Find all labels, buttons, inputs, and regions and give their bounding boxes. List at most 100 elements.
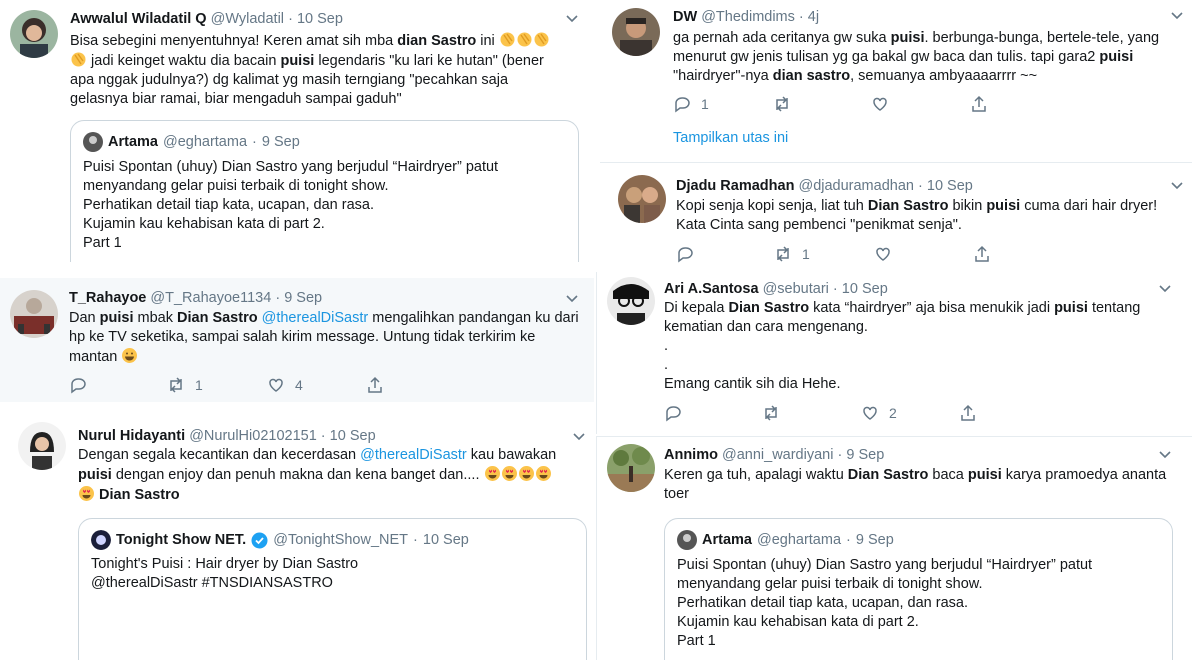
avatar[interactable] <box>612 8 660 56</box>
like-button[interactable]: 4 <box>267 376 303 394</box>
retweet-button[interactable] <box>762 404 780 422</box>
like-button[interactable] <box>871 95 889 113</box>
like-icon <box>863 406 877 420</box>
tweet-date[interactable]: 10 Sep <box>842 281 888 297</box>
author-handle[interactable]: @T_Rahayoe1134 <box>150 290 271 306</box>
separator-dot: · <box>413 532 418 548</box>
retweet-button[interactable] <box>773 95 791 113</box>
tweet-annimo[interactable]: Annimo @anni_wardiyani · 9 Sep Keren ga … <box>596 436 1192 660</box>
tweet-nurul[interactable]: Nurul Hidayanti @NurulHi02102151 · 10 Se… <box>0 408 594 660</box>
reply-button[interactable] <box>664 404 682 422</box>
chevron-down-icon[interactable] <box>1158 447 1172 461</box>
like-count: 2 <box>889 405 897 421</box>
quoted-tweet[interactable]: Tonight Show NET. @TonightShow_NET · 10 … <box>78 518 587 660</box>
share-button[interactable] <box>973 245 991 263</box>
quote-date: 9 Sep <box>261 134 300 150</box>
avatar[interactable] <box>607 444 655 492</box>
tweet-text: Kopi senja kopi senja, liat tuh Dian Sas… <box>676 198 1158 233</box>
author-name[interactable]: Ari A.Santosa <box>664 281 759 297</box>
like-button[interactable]: 2 <box>861 404 897 422</box>
author-handle[interactable]: @sebutari <box>763 281 829 297</box>
mention-link[interactable]: @therealDiSastr <box>360 447 467 463</box>
author-handle[interactable]: @Wyladatil <box>211 11 284 27</box>
tweet-text: ga pernah ada ceritanya gw suka puisi. b… <box>673 30 1160 84</box>
author-handle[interactable]: @Thedimdims <box>701 9 795 25</box>
quote-author-name: Tonight Show NET. <box>116 532 247 548</box>
quote-avatar <box>91 530 111 550</box>
separator-dot: · <box>252 134 257 150</box>
like-icon <box>873 97 887 111</box>
separator-dot: · <box>320 428 326 444</box>
quote-author-handle: @TonightShow_NET <box>273 532 409 548</box>
author-name[interactable]: Djadu Ramadhan <box>676 178 794 194</box>
mention-link[interactable]: @therealDiSastr <box>262 310 369 326</box>
quote-text: Puisi Spontan (uhuy) Dian Sastro yang be… <box>83 159 499 251</box>
reply-icon <box>678 247 693 263</box>
chevron-down-icon[interactable] <box>565 11 579 25</box>
author-name[interactable]: DW <box>673 9 697 25</box>
tweet-djadu[interactable]: Djadu Ramadhan @djaduramadhan · 10 Sep K… <box>600 162 1192 270</box>
grinning-emoji <box>121 347 138 364</box>
tweet-date[interactable]: 10 Sep <box>297 11 343 27</box>
quote-avatar <box>83 132 103 152</box>
tweet-text: Keren ga tuh, apalagi waktu Dian Sastro … <box>664 467 1167 502</box>
avatar[interactable] <box>618 175 666 223</box>
like-count: 4 <box>295 377 303 393</box>
quoted-tweet[interactable]: Artama @eghartama · 9 Sep Puisi Spontan … <box>70 120 579 262</box>
share-button[interactable] <box>970 95 988 113</box>
show-thread-link[interactable]: Tampilkan utas ini <box>673 130 788 146</box>
avatar[interactable] <box>18 422 66 470</box>
quote-date: 10 Sep <box>422 532 469 548</box>
chevron-down-icon[interactable] <box>572 429 586 443</box>
retweet-button[interactable]: 1 <box>167 376 203 394</box>
tweet-ari[interactable]: Ari A.Santosa @sebutari · 10 Sep Di kepa… <box>596 272 1192 434</box>
quote-date: 9 Sep <box>855 532 894 548</box>
reply-icon <box>666 406 681 422</box>
tweet-rahayoe[interactable]: T_Rahayoe @T_Rahayoe1134 · 9 Sep Dan pui… <box>0 278 594 402</box>
tweet-dw[interactable]: DW @Thedimdims · 4j ga pernah ada cerita… <box>600 0 1192 155</box>
tweet-awwalul[interactable]: Awwalul Wiladatil Q @Wyladatil · 10 Sep … <box>0 0 594 262</box>
like-icon <box>269 378 283 392</box>
chevron-down-icon[interactable] <box>565 291 579 305</box>
separator-dot: · <box>837 447 843 463</box>
quote-author-handle: @eghartama <box>756 532 842 548</box>
avatar[interactable] <box>10 290 58 338</box>
avatar[interactable] <box>607 277 655 325</box>
author-name[interactable]: T_Rahayoe <box>69 290 146 306</box>
reply-icon <box>71 378 86 394</box>
retweet-count: 1 <box>802 246 810 262</box>
author-name[interactable]: Annimo <box>664 447 718 463</box>
separator-dot: · <box>275 290 281 306</box>
chevron-down-icon[interactable] <box>1158 281 1172 295</box>
reply-button[interactable]: 1 <box>673 95 709 113</box>
quote-author-handle: @eghartama <box>162 134 248 150</box>
tweet-date[interactable]: 9 Sep <box>284 290 322 306</box>
quoted-tweet[interactable]: Artama @eghartama · 9 Sep Puisi Spontan … <box>664 518 1173 660</box>
separator-dot: · <box>918 178 923 194</box>
author-name[interactable]: Awwalul Wiladatil Q <box>70 11 207 27</box>
retweet-button[interactable]: 1 <box>774 245 810 263</box>
tweet-date[interactable]: 10 Sep <box>927 178 973 194</box>
share-button[interactable] <box>366 376 384 394</box>
separator-dot: · <box>832 281 838 297</box>
tweet-text: Dengan segala kecantikan dan kecerdasan … <box>78 447 557 503</box>
retweet-count: 1 <box>195 377 203 393</box>
author-handle[interactable]: @djaduramadhan <box>798 178 914 194</box>
author-handle[interactable]: @NurulHi02102151 <box>189 428 317 444</box>
reply-button[interactable] <box>676 245 694 263</box>
reply-button[interactable] <box>69 376 87 394</box>
author-name[interactable]: Nurul Hidayanti <box>78 428 185 444</box>
author-handle[interactable]: @anni_wardiyani <box>722 447 833 463</box>
chevron-down-icon[interactable] <box>1170 8 1184 22</box>
tweet-date[interactable]: 9 Sep <box>846 447 884 463</box>
avatar[interactable] <box>10 10 58 58</box>
share-icon <box>975 245 989 262</box>
chevron-down-icon[interactable] <box>1170 178 1184 192</box>
quote-author-name: Artama <box>108 134 158 150</box>
quote-text: Puisi Spontan (uhuy) Dian Sastro yang be… <box>677 557 1093 649</box>
like-button[interactable] <box>874 245 892 263</box>
tweet-date[interactable]: 10 Sep <box>330 428 376 444</box>
tweet-date[interactable]: 4j <box>808 9 819 25</box>
like-icon <box>876 247 890 261</box>
share-button[interactable] <box>959 404 977 422</box>
